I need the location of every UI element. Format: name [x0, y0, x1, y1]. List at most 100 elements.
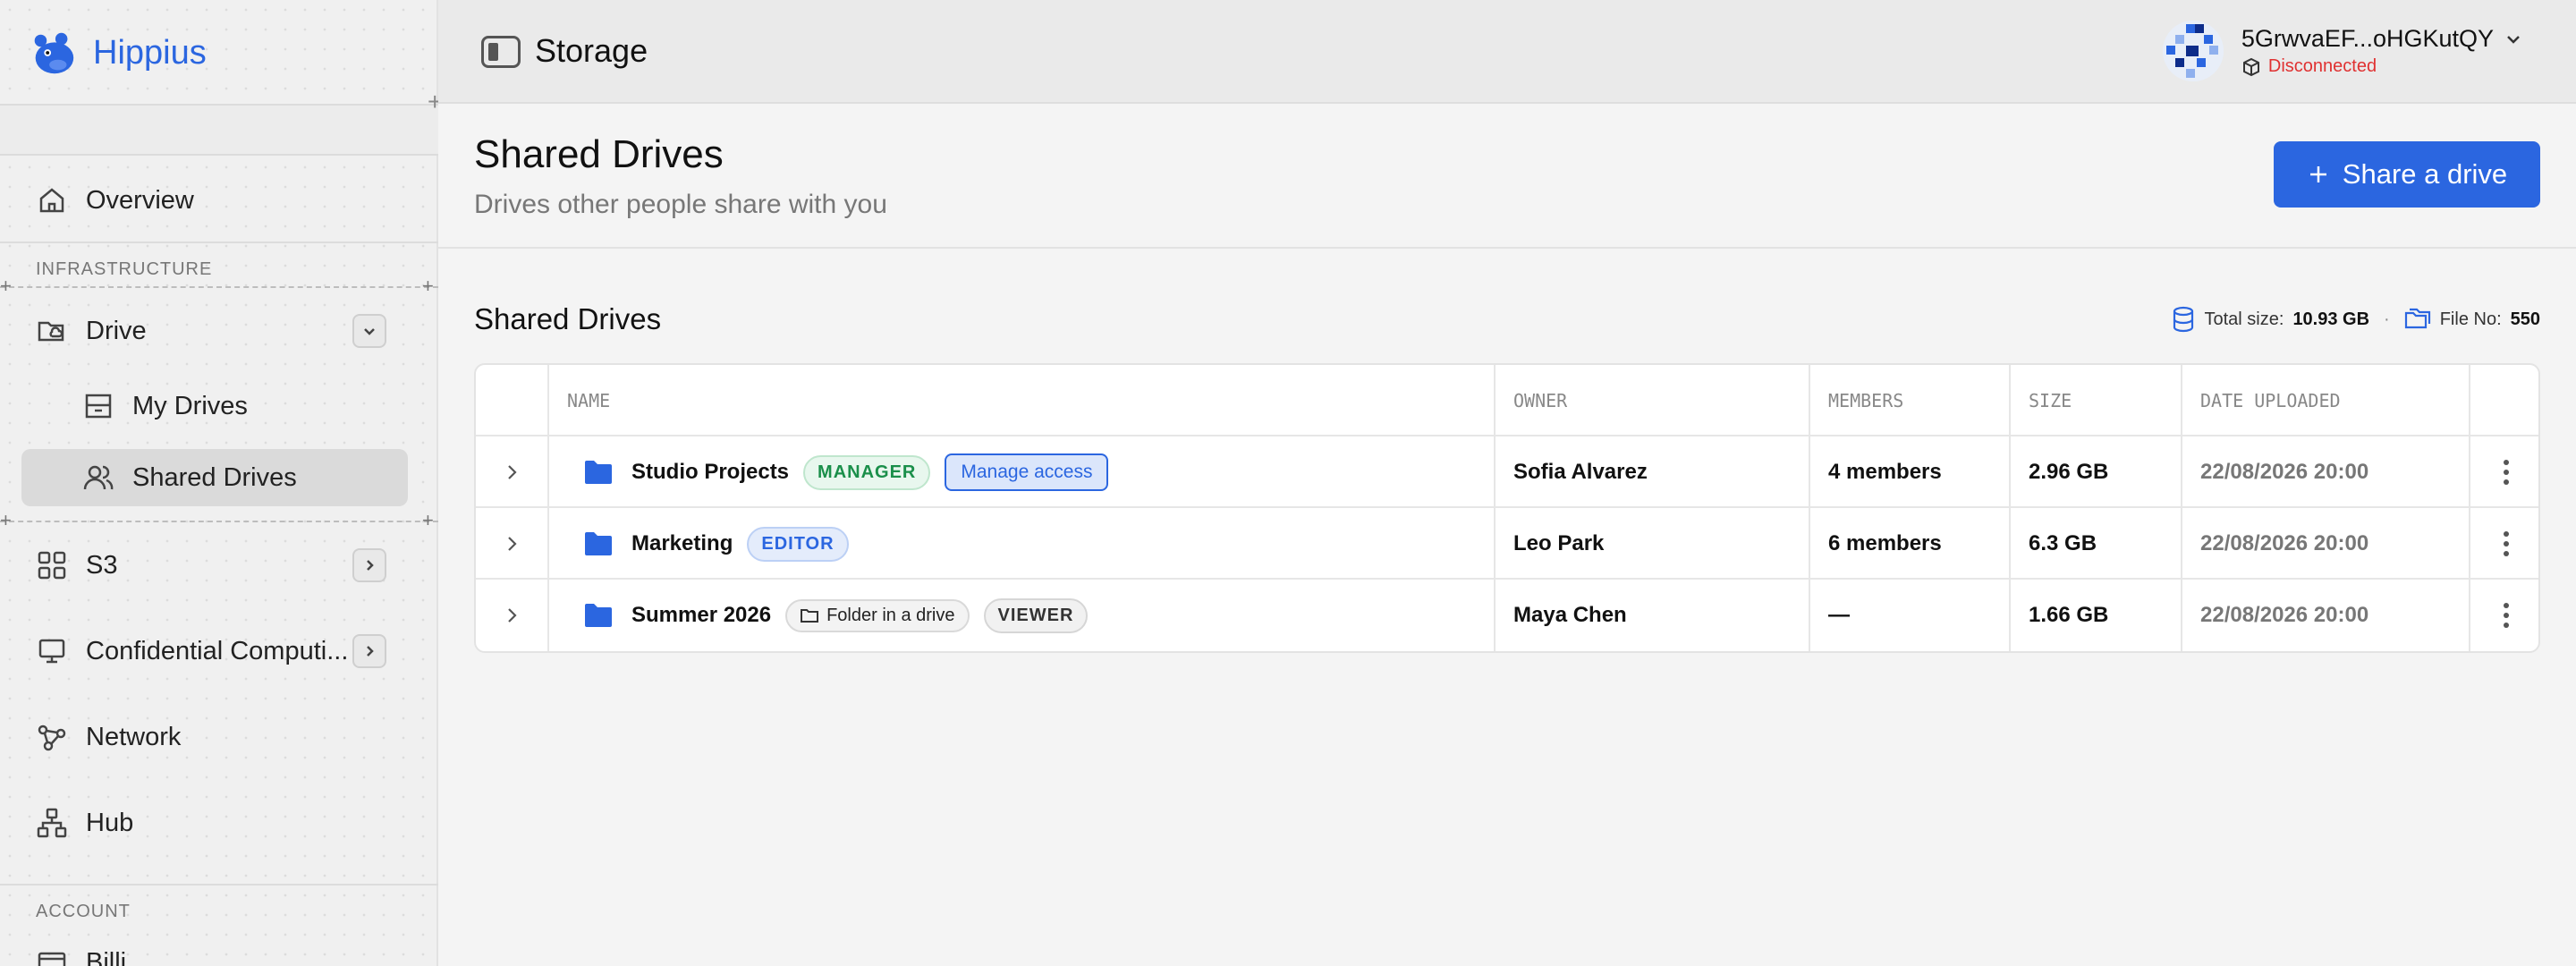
plus-icon — [2309, 166, 2326, 182]
role-badge: VIEWER — [983, 597, 1089, 633]
sidebar-item-label: Billi... — [86, 947, 148, 966]
row-actions-button[interactable] — [2470, 436, 2538, 508]
grid-icon — [38, 551, 66, 580]
table-row[interactable]: Studio Projects MANAGER Manage access So… — [476, 436, 2538, 508]
home-icon — [39, 188, 64, 213]
row-actions-button[interactable] — [2470, 580, 2538, 651]
sidebar-item-network[interactable]: Network — [21, 708, 408, 766]
drive-collapse-toggle[interactable] — [352, 314, 386, 348]
folder-icon — [585, 461, 612, 484]
share-drive-label: Share a drive — [2342, 158, 2508, 190]
role-badge: MANAGER — [803, 454, 931, 490]
sidebar-item-overview[interactable]: Overview — [21, 172, 408, 229]
table-row[interactable]: Summer 2026 Folder in a drive VIEWER May… — [476, 580, 2538, 651]
s3-expand-toggle[interactable] — [352, 548, 386, 582]
sidebar-item-label: Hub — [86, 808, 134, 837]
sidebar-item-hub[interactable]: Hub — [21, 794, 408, 852]
members-cell: 4 members — [1810, 436, 2011, 508]
sidebar-item-my-drives[interactable]: My Drives — [21, 377, 408, 435]
sidebar-item-label: S3 — [86, 550, 118, 580]
chevron-down-icon — [364, 328, 375, 335]
drive-name[interactable]: Marketing — [631, 531, 733, 556]
drive-name[interactable]: Summer 2026 — [631, 603, 771, 628]
header-date[interactable]: DATE UPLOADED — [2182, 365, 2470, 436]
page-heading: Shared Drives Drives other people share … — [438, 106, 2576, 249]
size-cell: 2.96 GB — [2011, 436, 2182, 508]
users-icon — [83, 465, 114, 490]
sidebar-item-label: Confidential Computi... — [86, 636, 349, 665]
manage-access-button[interactable]: Manage access — [945, 453, 1109, 491]
hippo-logo-icon — [34, 32, 74, 74]
shared-drives-table: NAME OWNER MEMBERS SIZE DATE UPLOADED St… — [474, 363, 2540, 653]
sidebar-dashed-divider — [0, 521, 438, 522]
sidebar-item-label: Network — [86, 722, 182, 751]
header-size[interactable]: SIZE — [2011, 365, 2182, 436]
header-members[interactable]: MEMBERS — [1810, 365, 2011, 436]
header-actions — [2470, 365, 2538, 436]
sidebar-item-drive[interactable]: Drive — [21, 302, 408, 360]
chevron-right-icon — [367, 646, 374, 657]
stats-separator: · — [2384, 309, 2390, 329]
sidebar-item-confidential-computing[interactable]: Confidential Computi... — [21, 623, 408, 680]
drive-stats: Total size: 10.93 GB · File No: 550 — [2171, 306, 2540, 333]
members-cell: 6 members — [1810, 508, 2011, 580]
header-name[interactable]: NAME — [549, 365, 1496, 436]
date-cell: 22/08/2026 20:00 — [2182, 508, 2470, 580]
hierarchy-icon — [37, 808, 67, 838]
sidebar-toggle-icon[interactable] — [481, 36, 521, 68]
chevron-down-icon — [2507, 35, 2520, 44]
sidebar-item-label: Shared Drives — [132, 462, 297, 492]
size-cell: 1.66 GB — [2011, 580, 2182, 651]
cube-icon — [2242, 57, 2259, 76]
avatar — [2162, 21, 2224, 81]
sidebar-item-shared-drives[interactable]: Shared Drives — [21, 449, 408, 506]
folder-outline-icon — [801, 609, 819, 623]
table-row[interactable]: Marketing EDITOR Leo Park 6 members 6.3 … — [476, 508, 2538, 580]
confidential-expand-toggle[interactable] — [352, 634, 386, 668]
folder-icon — [585, 604, 612, 627]
sidebar: Hippius Overview INFRASTRUCTURE + + Driv… — [0, 0, 438, 966]
table-header-row: NAME OWNER MEMBERS SIZE DATE UPLOADED — [476, 365, 2538, 436]
drive-name-cell: Marketing EDITOR — [549, 508, 1496, 580]
more-vertical-icon — [2504, 460, 2509, 485]
chevron-right-icon — [508, 465, 517, 479]
page-subtitle: Drives other people share with you — [474, 190, 887, 219]
section-title: Shared Drives — [474, 302, 662, 335]
owner-cell: Sofia Alvarez — [1496, 436, 1810, 508]
row-actions-button[interactable] — [2470, 508, 2538, 580]
header-owner[interactable]: OWNER — [1496, 365, 1810, 436]
folder-icon — [585, 532, 612, 555]
folder-cloud-icon — [38, 321, 64, 342]
tick-mark: + — [422, 509, 434, 531]
sidebar-item-label: Drive — [86, 316, 147, 345]
members-cell: — — [1810, 580, 2011, 651]
network-icon — [38, 724, 66, 751]
chevron-right-icon — [367, 560, 374, 571]
sidebar-divider — [0, 884, 438, 886]
chevron-right-icon — [508, 608, 517, 623]
share-drive-button[interactable]: Share a drive — [2274, 141, 2540, 208]
database-icon — [2173, 306, 2193, 333]
more-vertical-icon — [2504, 531, 2509, 556]
file-no-label: File No: — [2439, 309, 2502, 329]
sidebar-divider — [0, 242, 438, 243]
page-header-title: Storage — [535, 32, 648, 69]
owner-cell: Leo Park — [1496, 508, 1810, 580]
expand-row-button[interactable] — [476, 436, 549, 508]
folder-in-drive-tag: Folder in a drive — [785, 598, 970, 632]
sidebar-item-s3[interactable]: S3 — [21, 537, 408, 594]
section-label-account: ACCOUNT — [36, 902, 131, 921]
account-switcher[interactable]: 5GrwvaEF...oHGKutQY Disconnected — [2162, 18, 2522, 84]
header-expand — [476, 365, 549, 436]
sidebar-band — [0, 106, 438, 156]
date-cell: 22/08/2026 20:00 — [2182, 580, 2470, 651]
expand-row-button[interactable] — [476, 508, 549, 580]
expand-row-button[interactable] — [476, 580, 549, 651]
folders-icon — [2404, 308, 2430, 329]
sidebar-item-billing[interactable]: Billi... — [21, 945, 408, 966]
drive-name[interactable]: Studio Projects — [631, 460, 789, 485]
brand-name: Hippius — [93, 33, 207, 72]
chevron-right-icon — [508, 537, 517, 551]
brand[interactable]: Hippius — [27, 23, 207, 82]
page-title: Shared Drives — [474, 132, 724, 176]
